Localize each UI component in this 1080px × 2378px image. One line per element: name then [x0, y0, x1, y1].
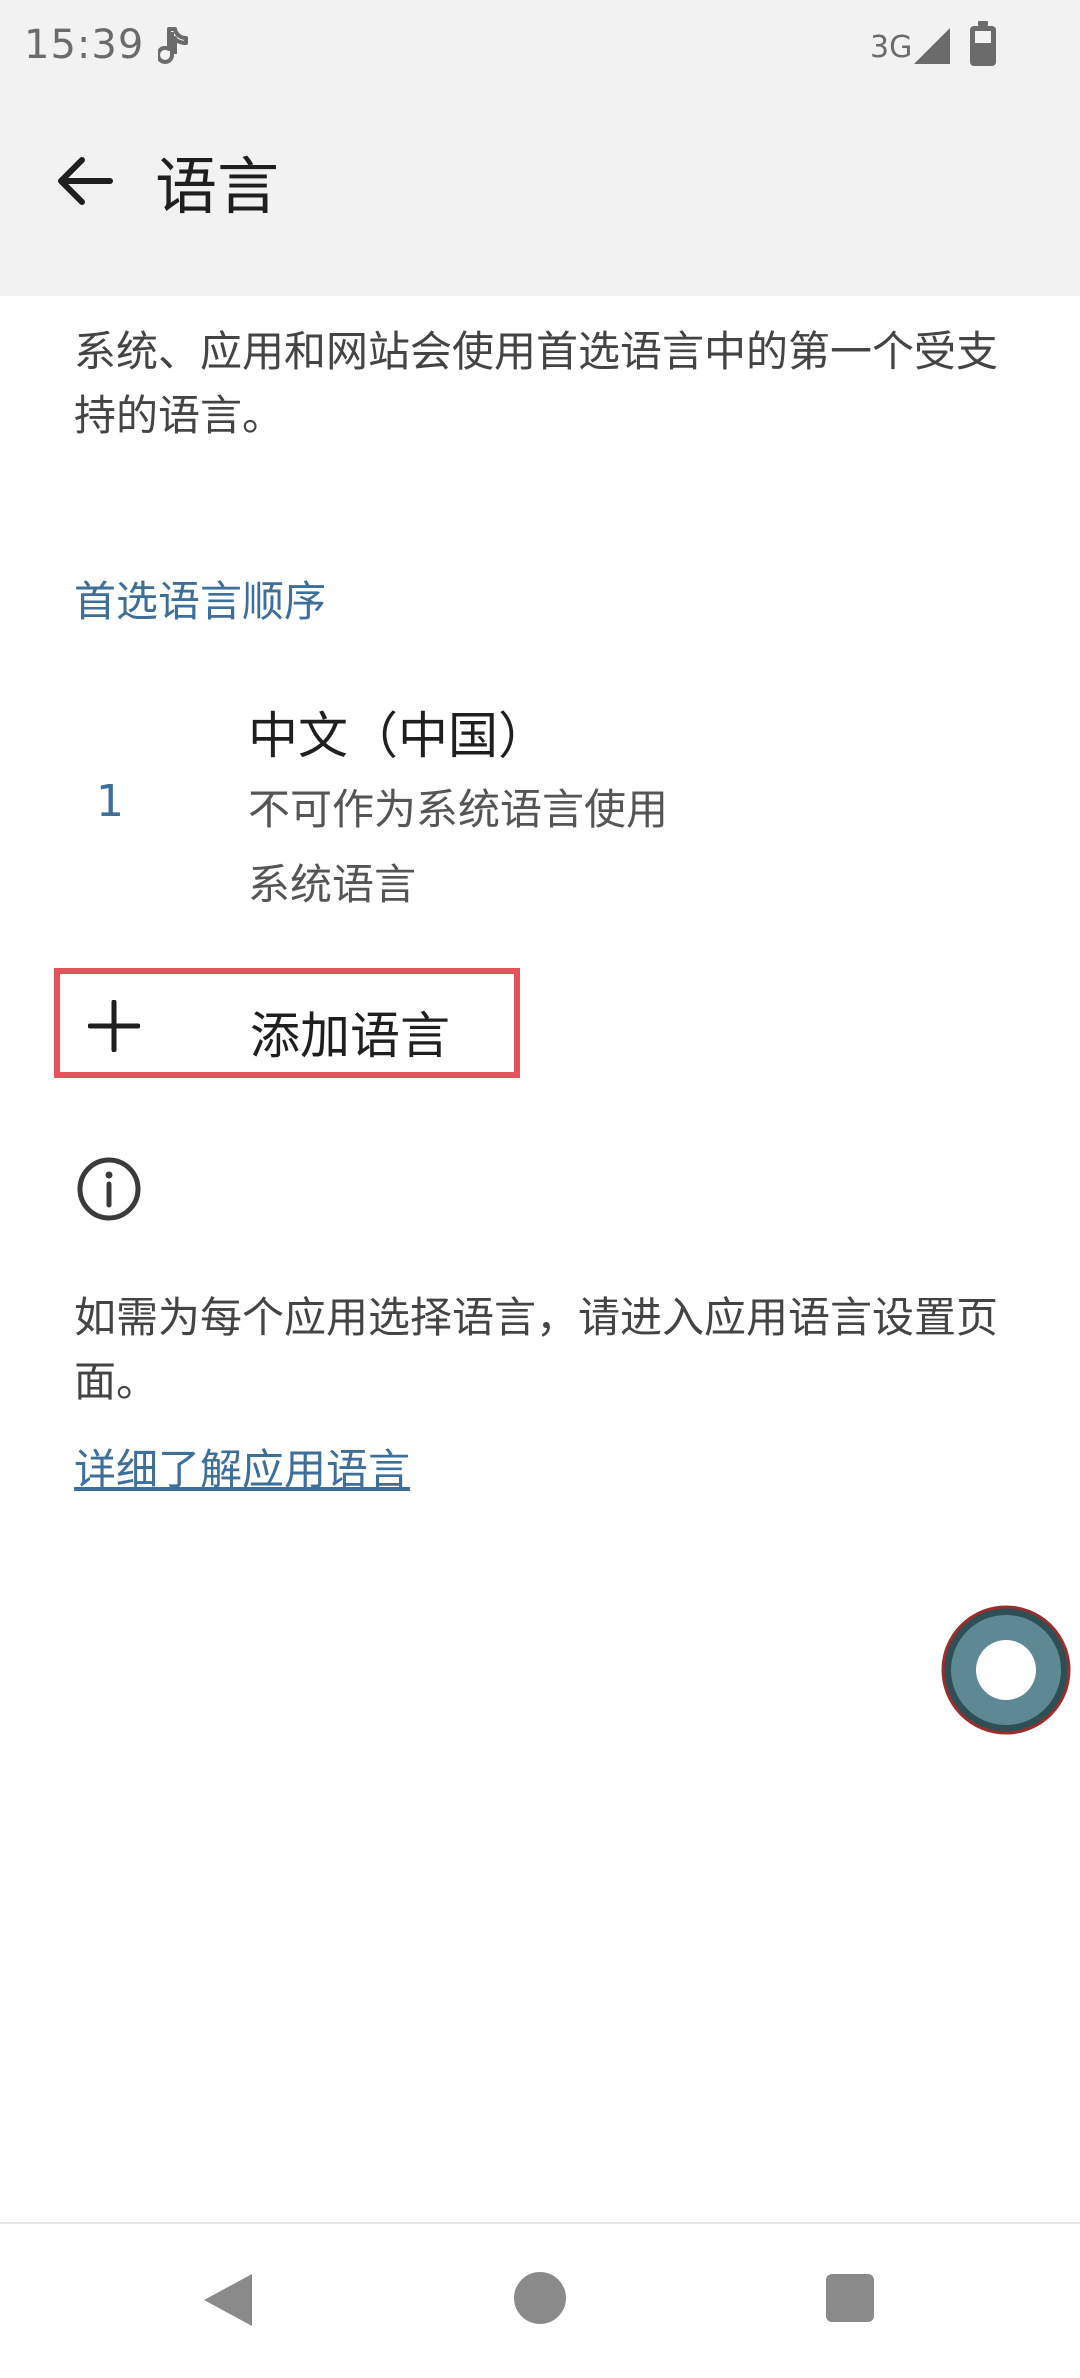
- network-type: 3G: [870, 30, 913, 65]
- language-note: 不可作为系统语言使用: [248, 785, 669, 834]
- language-list-item[interactable]: 1 中文（中国） 不可作为系统语言使用 系统语言: [0, 676, 1080, 916]
- app-language-info-text: 如需为每个应用选择语言，请进入应用语言设置页面。: [74, 1293, 999, 1406]
- music-note-icon: [158, 27, 188, 64]
- language-order-number: 1: [96, 776, 124, 827]
- language-name: 中文（中国）: [248, 707, 548, 765]
- plus-icon: [88, 1000, 140, 1052]
- back-arrow-icon[interactable]: [50, 146, 120, 216]
- app-bar: 语言: [0, 96, 1080, 296]
- add-language-button[interactable]: 添加语言: [54, 968, 520, 1078]
- language-status: 系统语言: [248, 860, 417, 909]
- status-bar: 15:39 3G: [0, 0, 1080, 96]
- system-navigation-bar: [0, 2222, 1080, 2378]
- language-description: 系统、应用和网站会使用首选语言中的第一个受支持的语言。: [74, 327, 999, 440]
- section-header-preferred-order: 首选语言顺序: [74, 577, 327, 626]
- learn-more-app-language-link[interactable]: 详细了解应用语言: [74, 1436, 410, 1497]
- battery-icon: [970, 21, 996, 66]
- triangle-back-icon[interactable]: [200, 2270, 256, 2330]
- signal-icon: [914, 28, 950, 64]
- page-title: 语言: [155, 150, 280, 223]
- circle-home-icon[interactable]: [512, 2270, 568, 2326]
- info-icon: [77, 1157, 141, 1221]
- add-language-label: 添加语言: [250, 1007, 450, 1065]
- floating-assistant-icon[interactable]: [940, 1604, 1072, 1736]
- status-time: 15:39: [24, 22, 145, 68]
- main-content: 系统、应用和网站会使用首选语言中的第一个受支持的语言。 首选语言顺序 1 中文（…: [0, 296, 1080, 2222]
- square-recents-icon[interactable]: [824, 2272, 876, 2324]
